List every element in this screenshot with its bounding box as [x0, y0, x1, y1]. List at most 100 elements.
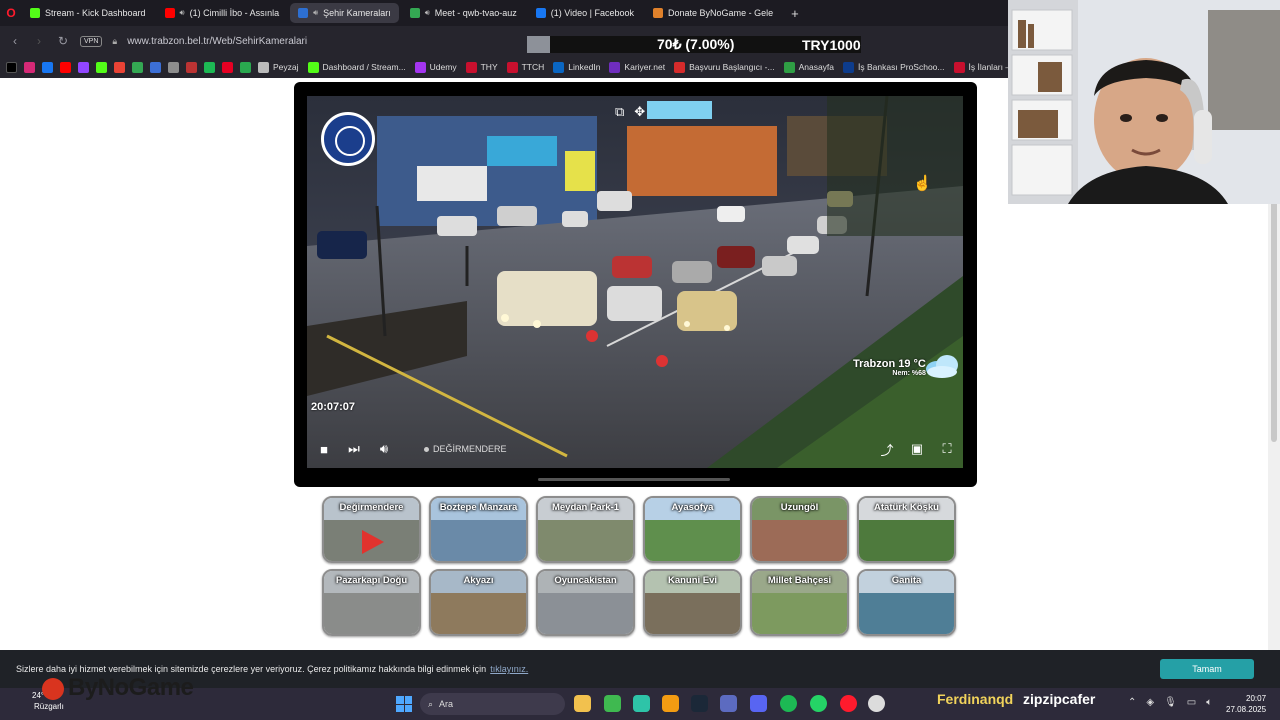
bookmark-icon [783, 61, 795, 73]
camera-thumbnail[interactable]: Kanuni Evi [643, 569, 742, 636]
obs-icon[interactable] [868, 695, 885, 712]
next-icon[interactable]: ⏭ [346, 441, 362, 457]
opera-logo-icon[interactable]: O [4, 6, 18, 20]
speaker-icon[interactable]: 🔈︎ [1206, 697, 1212, 708]
bookmark-item[interactable]: Udemy [414, 61, 457, 73]
tab-label: Donate ByNoGame - Gele [668, 8, 774, 18]
camera-thumbnail[interactable]: Ganita [857, 569, 956, 636]
bookmark-item[interactable]: Kariyer.net [609, 61, 665, 73]
camera-thumbnail[interactable]: Millet Bahçesi [750, 569, 849, 636]
donation-amount-text: TRY1000 [802, 36, 861, 53]
x-icon[interactable] [6, 61, 17, 73]
youtube-icon[interactable] [60, 61, 71, 73]
vlc-icon[interactable] [662, 695, 679, 712]
windows-start-icon[interactable] [396, 696, 412, 712]
microphone-icon[interactable]: 🎙︎ [1164, 697, 1177, 708]
security-icon[interactable]: ◈ [1146, 697, 1154, 708]
cookie-accept-button[interactable]: Tamam [1160, 659, 1254, 679]
video-progress-bar[interactable] [538, 478, 730, 481]
spotify-taskbar-icon[interactable] [780, 695, 797, 712]
miniplayer-icon[interactable]: ▣ [909, 441, 925, 457]
game-app-icon[interactable] [604, 695, 621, 712]
video-timestamp: 20:07:07 [311, 401, 356, 413]
file-explorer-icon[interactable] [574, 695, 591, 712]
app-icon[interactable] [720, 695, 737, 712]
bookmark-item[interactable]: LinkedIn [553, 61, 601, 73]
bookmark-item[interactable]: Anasayfa [783, 61, 834, 73]
camera-thumbnail[interactable]: Oyuncakistan [536, 569, 635, 636]
vpn-badge[interactable]: VPN [80, 35, 103, 47]
forward-arrow-icon[interactable]: › [32, 34, 46, 48]
tab-audio-icon[interactable]: 🔊︎ [180, 8, 185, 18]
camera-thumbnail[interactable]: Değirmendere [322, 496, 421, 563]
browser-tab[interactable]: 🔊︎ (1) Cimilli İbo - Assınla [157, 3, 288, 23]
camera-thumbnail[interactable]: Akyazı [429, 569, 528, 636]
camera-thumbnail[interactable]: Boztepe Manzara [429, 496, 528, 563]
pinterest-icon[interactable] [222, 61, 233, 73]
camera-name: Atatürk Köşkü [874, 502, 939, 513]
picture-in-picture-icon[interactable]: ⧉ [615, 104, 624, 120]
volume-icon[interactable]: 🔊︎ [376, 441, 392, 457]
back-arrow-icon[interactable]: ‹ [8, 34, 22, 48]
camera-thumbnail[interactable]: Atatürk Köşkü [857, 496, 956, 563]
camera-thumbnail[interactable]: Ayasofya [643, 496, 742, 563]
twitch-icon[interactable] [78, 61, 89, 73]
bookmark-item[interactable]: Peyzaj [258, 61, 299, 73]
maps-icon[interactable] [132, 61, 143, 73]
share-icon[interactable]: ⤴ [879, 440, 895, 459]
camera-thumbnail[interactable]: Pazarkapı Doğu [322, 569, 421, 636]
stop-icon[interactable]: ■ [316, 442, 332, 457]
chevron-up-icon[interactable]: ⌃ [1128, 697, 1136, 708]
play-icon[interactable] [362, 530, 384, 554]
browser-tab[interactable]: 🔊︎ Şehir Kameraları [290, 3, 399, 23]
bookmark-item[interactable]: İş Bankası ProSchoo... [843, 61, 945, 73]
video-player[interactable]: ⧉ ✥ 20:07:07 Trabzon 19 °C Nem: %68 ☝ ■ … [294, 82, 977, 487]
tab-favicon-icon [164, 8, 175, 18]
bookmark-icon [953, 61, 965, 73]
android-app-icon[interactable] [633, 695, 650, 712]
phone-icon[interactable] [240, 61, 251, 73]
cookie-policy-link[interactable]: tıklayınız. [490, 664, 528, 674]
dollar-icon[interactable] [150, 61, 161, 73]
reload-icon[interactable]: ↻ [56, 34, 70, 48]
tab-audio-icon[interactable]: 🔊︎ [425, 8, 430, 18]
gmail-icon[interactable] [114, 61, 125, 73]
browser-tab[interactable]: (1) Video | Facebook [528, 3, 642, 23]
browser-tab[interactable]: Stream - Kick Dashboard [22, 3, 154, 23]
bookmark-label: LinkedIn [568, 62, 601, 72]
instagram-icon[interactable] [24, 61, 35, 73]
camera-video-feed[interactable]: ⧉ ✥ 20:07:07 Trabzon 19 °C Nem: %68 ☝ [307, 96, 963, 468]
display-icon[interactable]: ▭ [1187, 697, 1196, 708]
cookie-message: Sizlere daha iyi hizmet verebilmek için … [16, 664, 487, 674]
new-tab-button[interactable]: + [791, 6, 799, 21]
webcam-feed [1008, 0, 1280, 204]
streamer-tag: zipzipcafer [1023, 691, 1096, 707]
tab-audio-icon[interactable]: 🔊︎ [313, 8, 318, 18]
whatsapp-icon[interactable] [810, 695, 827, 712]
video-top-controls: ⧉ ✥ [615, 104, 645, 120]
camera-thumbnail[interactable]: Uzungöl [750, 496, 849, 563]
opera-taskbar-icon[interactable] [840, 695, 857, 712]
browser-tab[interactable]: Donate ByNoGame - Gele [645, 3, 781, 23]
fullscreen-icon[interactable]: ⛶ [939, 441, 955, 457]
kick-icon[interactable] [96, 61, 107, 73]
bookmark-icon[interactable] [186, 61, 197, 73]
camera-thumbnail[interactable]: Meydan Park-1 [536, 496, 635, 563]
browser-tab[interactable]: 🔊︎ Meet - qwb-tvao-auz [402, 3, 525, 23]
bookmark-item[interactable]: İş İlanları – Ba [953, 61, 1008, 73]
bookmark-item[interactable]: THY [465, 61, 498, 73]
bookmark-item[interactable]: Dashboard / Stream... [307, 61, 406, 73]
search-icon: ⌕ [428, 698, 434, 709]
taskbar-clock[interactable]: 20:07 27.08.2025 [1226, 693, 1266, 715]
bookmark-item[interactable]: TTCH [506, 61, 544, 73]
steam-icon[interactable] [691, 695, 708, 712]
bookmark-item[interactable]: Başvuru Başlangıcı -... [674, 61, 775, 73]
lock-icon[interactable]: 🔒︎ [112, 36, 117, 47]
move-icon[interactable]: ✥ [634, 104, 645, 120]
facebook-icon[interactable] [42, 61, 53, 73]
url-field[interactable]: www.trabzon.bel.tr/Web/SehirKameralari [127, 36, 307, 47]
spotify-icon[interactable] [204, 61, 215, 73]
taskbar-search[interactable]: ⌕ Ara [420, 693, 565, 715]
discord-icon[interactable] [750, 695, 767, 712]
link-icon[interactable] [168, 61, 179, 73]
